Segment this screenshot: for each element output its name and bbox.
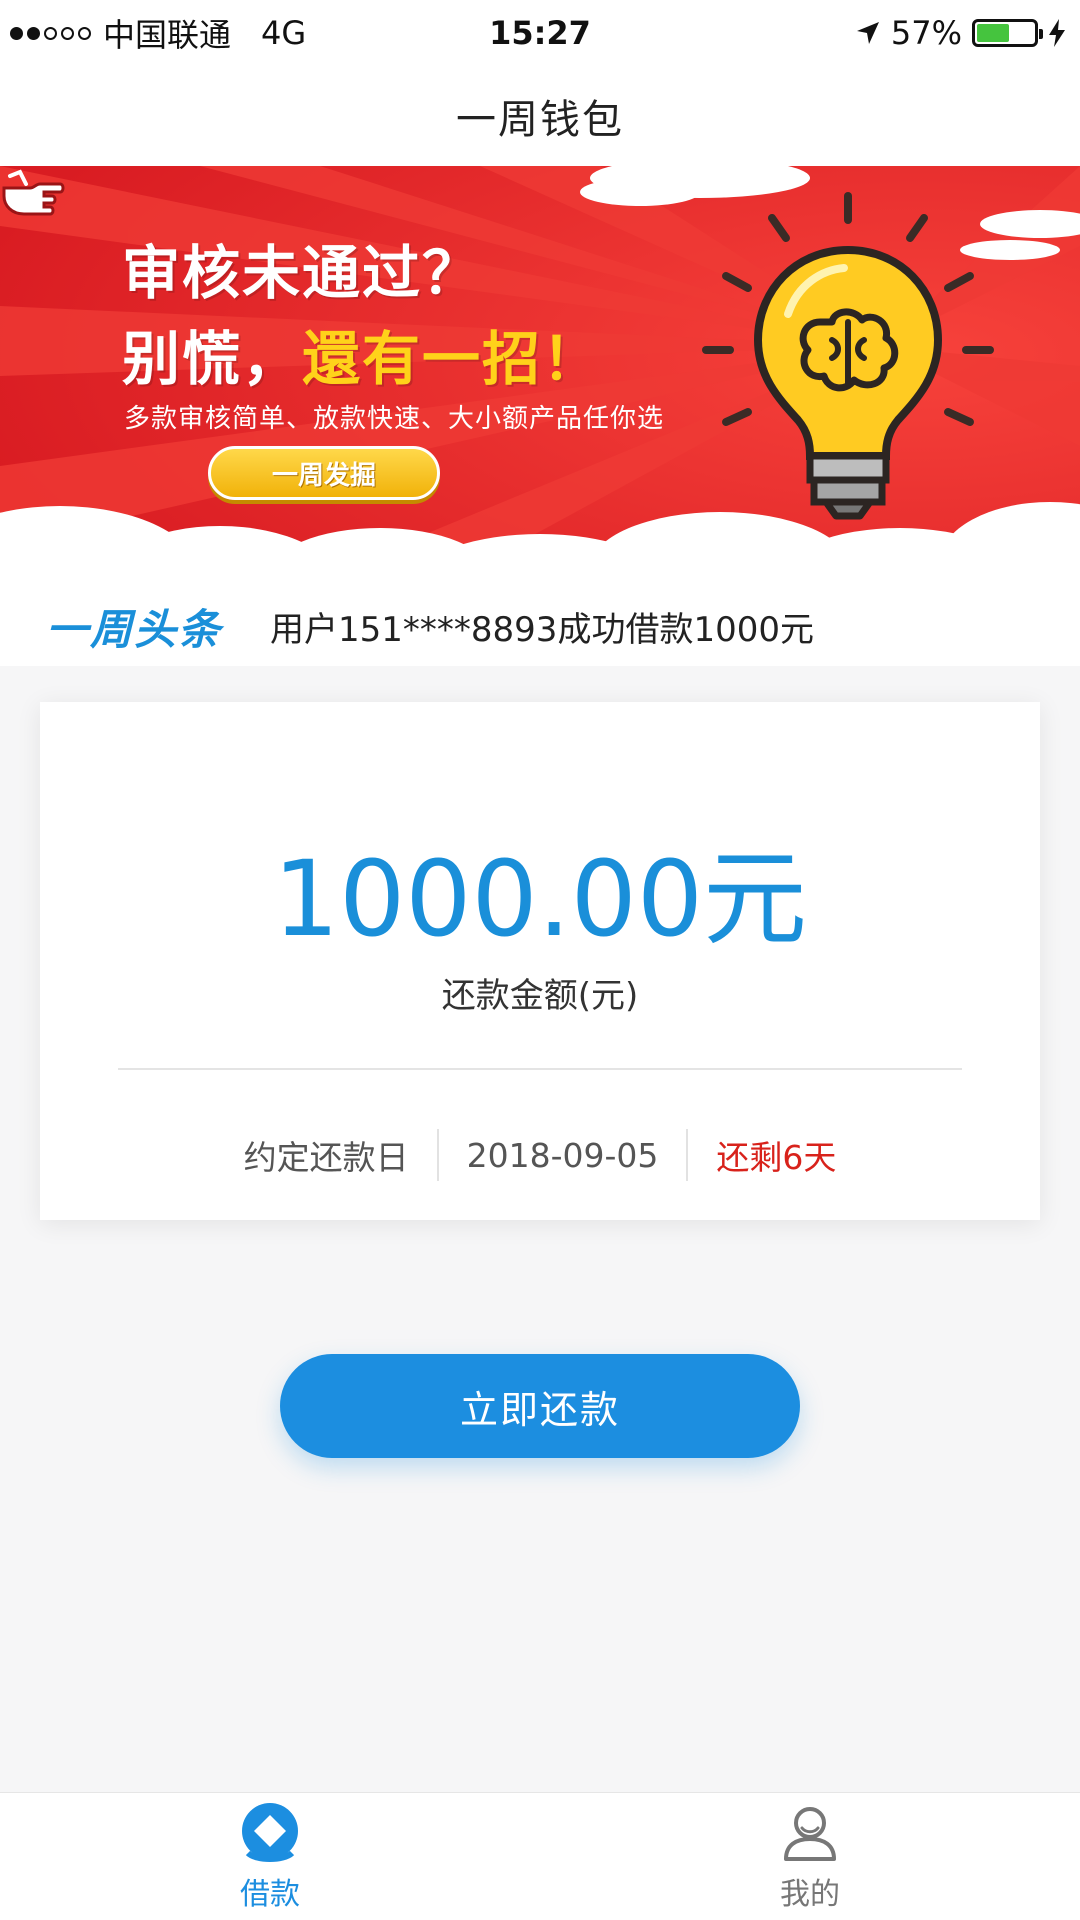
status-left: 中国联通 4G	[0, 10, 306, 56]
carrier-name: 中国联通	[103, 16, 232, 54]
due-date-row: 约定还款日 2018-09-05 还剩6天	[40, 1122, 1040, 1188]
location-arrow-icon	[856, 22, 879, 44]
card-divider	[118, 1068, 962, 1070]
repayment-card: 1000.00元 还款金额(元) 约定还款日 2018-09-05 还剩6天	[40, 702, 1040, 1220]
banner-subtitle: 多款审核简单、放款快速、大小额产品任你选	[124, 404, 665, 434]
ticker-label: 一周头条	[46, 604, 223, 654]
banner-line2-highlight: 還有一招！	[302, 325, 603, 393]
status-bar: 中国联通 4G 15:27 57%	[0, 0, 1080, 66]
repay-now-button[interactable]: 立即还款	[280, 1354, 800, 1458]
tab-label: 借款	[240, 1877, 300, 1912]
user-icon	[784, 1807, 836, 1861]
tab-mine[interactable]: 我的	[540, 1793, 1080, 1920]
banner-line2-prefix: 别慌，	[122, 325, 303, 393]
tab-bar: 借款 我的	[0, 1792, 1080, 1920]
banner-line2: 别慌，還有一招！	[122, 312, 602, 396]
pointing-hand-icon	[2, 169, 65, 216]
days-remaining: 还剩6天	[716, 1138, 837, 1177]
promo-banner[interactable]: 审核未通过？ 别慌，還有一招！ 多款审核简单、放款快速、大小额产品任你选 一周发…	[0, 166, 1080, 586]
repayment-amount-label: 还款金额(元)	[441, 976, 639, 1016]
page-title: 一周钱包	[456, 97, 624, 143]
banner-headline: 审核未通过？	[122, 239, 483, 307]
battery-fill	[977, 24, 1009, 42]
ticker-message: 用户151****8893成功借款1000元	[270, 609, 814, 650]
repayment-amount: 1000.00元	[272, 838, 808, 960]
due-date-value: 2018-09-05	[466, 1135, 659, 1175]
charging-bolt-icon	[1049, 19, 1065, 47]
headline-ticker: 一周头条 用户151****8893成功借款1000元	[0, 586, 1080, 666]
lightbulb-brain-icon	[753, 245, 943, 520]
banner-discover-button[interactable]: 一周发掘	[208, 446, 440, 500]
tab-loan[interactable]: 借款	[0, 1793, 540, 1920]
battery-icon	[972, 19, 1043, 47]
tab-label: 我的	[780, 1877, 840, 1912]
signal-strength-icon	[10, 26, 91, 40]
loan-icon	[242, 1803, 298, 1862]
nav-bar: 一周钱包	[0, 66, 1080, 166]
battery-percent: 57%	[890, 14, 962, 52]
status-right: 57%	[855, 14, 1080, 52]
due-date-label: 约定还款日	[243, 1138, 409, 1177]
app-screen: 中国联通 4G 15:27 57% 一周钱包 审核未通过？ 别慌，還有一招！ 多…	[0, 0, 1080, 1920]
network-type: 4G	[261, 14, 307, 52]
